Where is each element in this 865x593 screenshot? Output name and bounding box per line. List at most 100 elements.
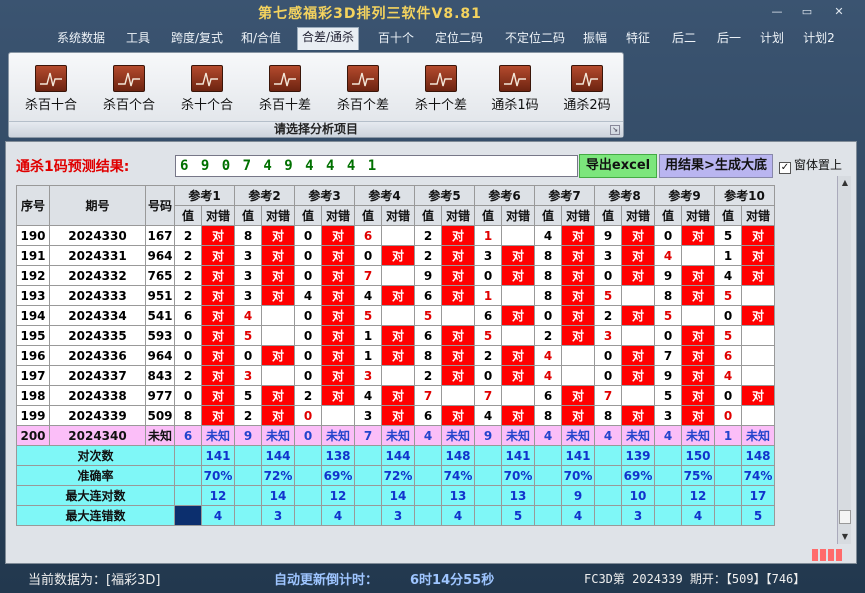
vertical-scrollbar[interactable]: ▲ ▼: [837, 176, 851, 544]
menu-item-8[interactable]: 振幅: [578, 29, 612, 48]
ref-value-cell: 7: [414, 385, 442, 406]
stats-value-cell: 138: [321, 445, 355, 466]
close-icon[interactable]: ✕: [830, 5, 848, 18]
ref-value-cell: 4: [534, 345, 562, 366]
hit-cell: 对: [321, 265, 355, 286]
menu-item-2[interactable]: 跨度/复式: [165, 29, 229, 48]
stats-row: 最大连错数 4 3 4 3 4 5 4 3 4 5: [16, 505, 775, 526]
scroll-down-icon[interactable]: ▼: [838, 530, 852, 544]
checkbox-check-icon[interactable]: ✓: [779, 162, 791, 174]
selected-cell[interactable]: [174, 505, 202, 526]
menu-item-13[interactable]: 计划2: [799, 29, 839, 48]
resize-grip-icon[interactable]: [812, 546, 846, 561]
stats-blank-cell: [534, 465, 562, 486]
export-excel-button[interactable]: 导出excel: [579, 154, 657, 178]
hit-cell: 对: [501, 305, 535, 326]
period-cell: 2024332: [49, 265, 146, 286]
always-on-top-checkbox[interactable]: ✓ 窗体置上: [779, 156, 842, 174]
menu-item-10[interactable]: 后二: [666, 29, 702, 48]
table-row[interactable]: 192 2024332 765 2 对 3 对 0 对 7 9 对 0 对 8 对 0 对 9 对 4 对: [16, 265, 775, 286]
hit-cell: 对: [561, 225, 595, 246]
menu-item-1[interactable]: 工具: [120, 29, 156, 48]
stats-blank-cell: [294, 465, 322, 486]
minimize-icon[interactable]: —: [768, 5, 786, 18]
table-row[interactable]: 194 2024334 541 6 对 4 0 对 5 5 6 对 0 对 2 对 5 0 对: [16, 305, 775, 326]
restore-icon[interactable]: ▭: [798, 5, 816, 18]
ref-value-cell: 8: [174, 405, 202, 426]
period-cell: 2024338: [49, 385, 146, 406]
miss-cell: [621, 385, 655, 406]
menu-item-3[interactable]: 和/合值: [237, 29, 285, 48]
ref-value-cell: 1: [474, 225, 502, 246]
stats-blank-cell: [714, 505, 742, 526]
stats-value-cell: 144: [381, 445, 415, 466]
ref-value-cell: 2: [474, 345, 502, 366]
ref-value-cell: 0: [294, 225, 322, 246]
menu-item-0[interactable]: 系统数据: [52, 29, 110, 48]
stats-value-cell: 3: [381, 505, 415, 526]
ribbon-button-4[interactable]: 杀百个差: [327, 65, 399, 113]
hit-cell: 对: [201, 225, 235, 246]
stats-value-cell: 74%: [741, 465, 775, 486]
table-row[interactable]: 199 2024339 509 8 对 2 对 0 3 对 6 对 4 对 8 对 8 对 3 对 0: [16, 405, 775, 426]
table-row[interactable]: 195 2024335 593 0 对 5 0 对 1 对 6 对 5 2 对 3 0 对 5: [16, 325, 775, 346]
ref-value-cell: 8: [534, 245, 562, 266]
table-row[interactable]: 193 2024333 951 2 对 3 对 4 对 4 对 6 对 1 8 对 5 8 对 5: [16, 285, 775, 306]
table-row[interactable]: 196 2024336 964 0 对 0 对 0 对 1 对 8 对 2 对 4 0 对 7 对 6: [16, 345, 775, 366]
ribbon-expand-icon[interactable]: ↘: [610, 125, 620, 135]
table-row[interactable]: 191 2024331 964 2 对 3 对 0 对 0 对 2 对 3 对 8 对 3 对 4 1 对: [16, 245, 775, 266]
ribbon-button-2[interactable]: 杀十个合: [171, 65, 243, 113]
predict-value-cell: 1: [714, 425, 742, 446]
menu-item-11[interactable]: 后一: [711, 29, 747, 48]
hit-cell: 对: [321, 305, 355, 326]
menu-item-5[interactable]: 百十个: [372, 29, 420, 48]
scroll-up-icon[interactable]: ▲: [838, 176, 852, 190]
menu-item-7[interactable]: 不定位二码: [498, 29, 572, 48]
stats-blank-cell: [654, 485, 682, 506]
hit-cell: 对: [321, 245, 355, 266]
ref-value-cell: 5: [594, 285, 622, 306]
ref-value-cell: 8: [534, 405, 562, 426]
ribbon-button-label: 通杀2码: [563, 98, 611, 113]
ribbon-button-1[interactable]: 杀百个合: [93, 65, 165, 113]
table-row[interactable]: 190 2024330 167 2 对 8 对 0 对 6 2 对 1 4 对 9 对 0 对 5 对: [16, 225, 775, 246]
table-row[interactable]: 197 2024337 843 2 对 3 0 对 3 2 对 0 对 4 0 对 9 对 4: [16, 365, 775, 386]
table-row[interactable]: 198 2024338 977 0 对 5 对 2 对 4 对 7 7 6 对 7 5 对 0 对: [16, 385, 775, 406]
stats-value-cell: 12: [201, 485, 235, 506]
hit-cell: 对: [321, 345, 355, 366]
ribbon-button-6[interactable]: 通杀1码: [479, 65, 551, 113]
hit-cell: 对: [681, 265, 715, 286]
stats-value-cell: 74%: [441, 465, 475, 486]
ribbon-button-5[interactable]: 杀十个差: [405, 65, 477, 113]
chart-icon: [113, 65, 145, 92]
menu-item-6[interactable]: 定位二码: [430, 29, 488, 48]
hit-cell: 对: [201, 405, 235, 426]
menu-item-4[interactable]: 合差/通杀: [297, 27, 359, 50]
hit-cell: 对: [441, 265, 475, 286]
hit-cell: 对: [381, 325, 415, 346]
stats-blank-cell: [714, 465, 742, 486]
value-subheader: 值: [354, 205, 382, 226]
ribbon-button-3[interactable]: 杀百十差: [249, 65, 321, 113]
ribbon-button-0[interactable]: 杀百十合: [15, 65, 87, 113]
seq-cell: 200: [16, 425, 50, 446]
stats-blank-cell: [534, 445, 562, 466]
period-cell: 2024334: [49, 305, 146, 326]
value-subheader: 值: [174, 205, 202, 226]
ref-value-cell: 7: [654, 345, 682, 366]
prediction-result-field[interactable]: 6 9 0 7 4 9 4 4 4 1: [175, 155, 578, 177]
ref-value-cell: 0: [594, 345, 622, 366]
prediction-row[interactable]: 200 2024340 未知 6 未知 9 未知 0 未知 7 未知 4 未知 9 未知 4 未知 4 未知 4 未知 1…: [16, 425, 775, 446]
hit-cell: 对: [321, 285, 355, 306]
scroll-thumb[interactable]: [839, 510, 851, 524]
auto-update-label: 自动更新倒计时：: [274, 573, 379, 588]
miss-cell: [381, 225, 415, 246]
ref-value-cell: 4: [654, 245, 682, 266]
predict-result-cell: 未知: [621, 425, 655, 446]
generate-base-button[interactable]: 用结果>生成大底: [659, 154, 773, 178]
hit-cell: 对: [201, 265, 235, 286]
menu-item-12[interactable]: 计划: [755, 29, 789, 48]
ribbon-button-7[interactable]: 通杀2码: [551, 65, 623, 113]
ribbon-button-label: 杀百个差: [336, 98, 389, 113]
menu-item-9[interactable]: 特征: [620, 29, 656, 48]
